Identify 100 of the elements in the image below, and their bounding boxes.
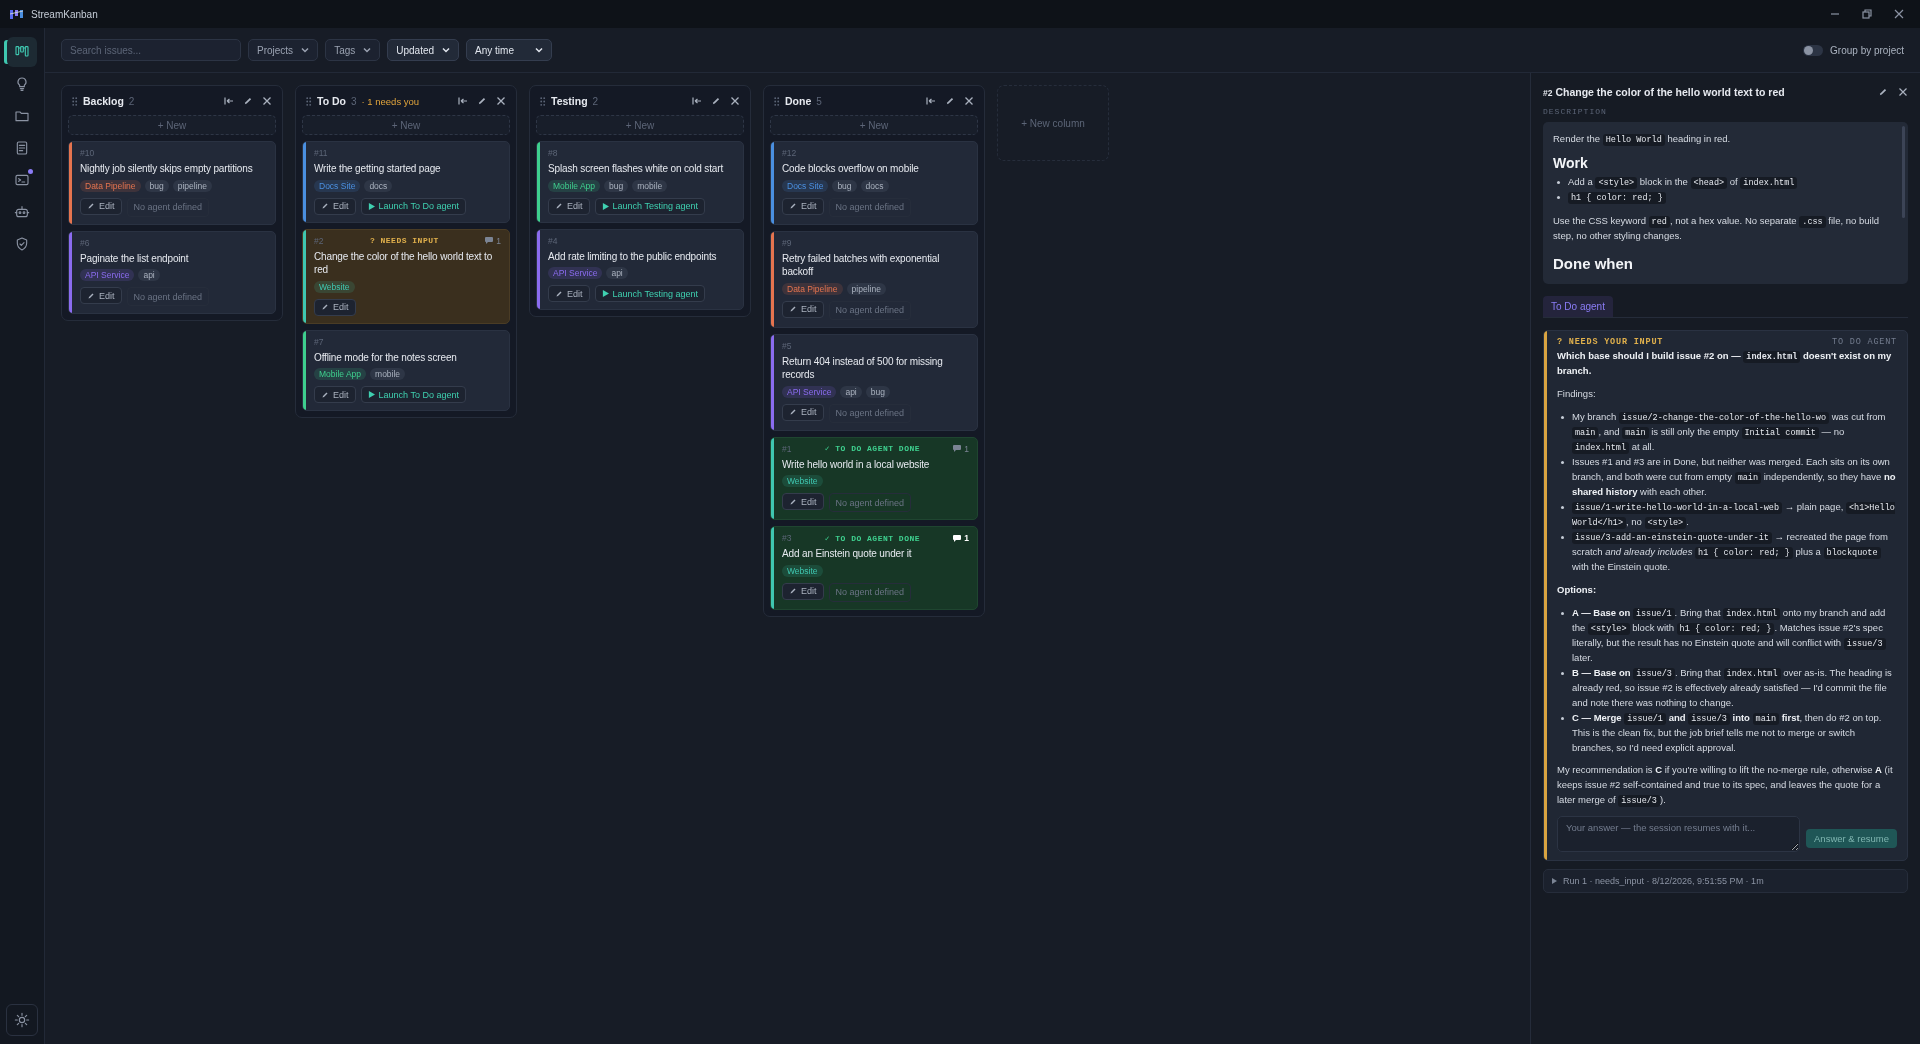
- label-tag: bug: [832, 179, 857, 192]
- filter-dropdown[interactable]: Tags: [325, 39, 381, 61]
- pencil-icon: [789, 202, 797, 210]
- drag-handle-icon[interactable]: [540, 96, 546, 106]
- no-agent-note: No agent defined: [126, 287, 210, 306]
- edit-button[interactable]: Edit: [314, 197, 356, 215]
- heading: Done when: [1553, 255, 1634, 273]
- project-tag: Website: [314, 280, 355, 293]
- collapse-icon[interactable]: [458, 96, 468, 106]
- chevron-down-icon: [535, 46, 544, 54]
- edit-button[interactable]: Edit: [782, 493, 824, 510]
- chevron-down-icon: [301, 46, 310, 54]
- column-count: 2: [128, 95, 135, 107]
- pencil-icon[interactable]: [711, 96, 721, 106]
- close-icon[interactable]: [964, 96, 974, 106]
- issue-card[interactable]: #10 Nightly job silently skips empty partitions Data Pipeline bug pipeline Edit No agent defined: [68, 141, 276, 225]
- issue-card[interactable]: #7 Offline mode for the notes screen Mobile App mobile Edit Launch To Do agent: [302, 329, 510, 411]
- sun-icon[interactable]: [6, 1004, 38, 1036]
- drag-handle-icon[interactable]: [306, 96, 312, 106]
- close-icon[interactable]: [262, 96, 272, 106]
- edit-button[interactable]: Edit: [782, 403, 824, 421]
- filter-dropdown[interactable]: Updated: [387, 39, 460, 61]
- filter-dropdown[interactable]: Projects: [248, 39, 319, 61]
- search-field[interactable]: Search issues...: [61, 39, 241, 61]
- chevron-down-icon: [363, 46, 372, 54]
- pencil-icon: [555, 289, 563, 298]
- launch-agent-button[interactable]: Launch To Do agent: [360, 386, 466, 403]
- issue-number: #12: [782, 148, 797, 158]
- collapse-icon[interactable]: [926, 96, 936, 106]
- toggle-switch[interactable]: [1803, 44, 1824, 56]
- close-icon[interactable]: [1898, 87, 1908, 97]
- column-count: 2: [592, 95, 599, 107]
- play-icon: [601, 202, 609, 210]
- label-tag: bug: [144, 179, 169, 192]
- project-tag: Docs Site: [782, 179, 829, 192]
- agent-tab[interactable]: To Do agent: [1543, 296, 1613, 317]
- launch-agent-button[interactable]: Launch Testing agent: [594, 285, 705, 302]
- comment-count: 1: [496, 235, 501, 246]
- edit-button[interactable]: Edit: [782, 197, 824, 215]
- answer-field[interactable]: Your answer — the session resumes with it...: [1557, 815, 1800, 852]
- edit-button[interactable]: Edit: [548, 285, 590, 302]
- card-title: Code blocks overflow on mobile: [782, 162, 920, 176]
- pencil-icon[interactable]: [477, 96, 487, 106]
- board-nav-icon[interactable]: [7, 37, 37, 67]
- attention-note: · 1 needs you: [361, 95, 420, 107]
- launch-agent-button[interactable]: Launch Testing agent: [594, 197, 705, 215]
- issue-number: #7: [314, 336, 324, 347]
- close-icon[interactable]: [730, 96, 740, 106]
- pencil-icon: [789, 497, 797, 506]
- column-title: Testing: [551, 95, 588, 107]
- issue-card[interactable]: #3 ✓ TO DO AGENT DONE 1 Add an Einstein quote under it Website Edit No agent defined: [770, 526, 978, 610]
- list-item: Issues #1 and #3 are in Done, but neither was merged. Each sits on its own branch, and both were cut from empty main independently, so they have no shared history with each other.: [1572, 455, 1897, 499]
- issue-number: #1: [782, 443, 792, 454]
- no-agent-note: No agent defined: [828, 300, 912, 320]
- issue-card[interactable]: #12 Code blocks overflow on mobile Docs Site bug docs Edit No agent defined: [770, 141, 978, 225]
- bullet-icon: [1561, 505, 1564, 509]
- chevron-down-icon: [442, 46, 451, 54]
- pencil-icon[interactable]: [945, 96, 955, 106]
- issue-card[interactable]: #11 Write the getting started page Docs Site docs Edit Launch To Do agent: [302, 141, 510, 223]
- edit-button[interactable]: Edit: [782, 582, 824, 600]
- collapse-icon[interactable]: [692, 96, 702, 106]
- heading: Work: [1553, 155, 1589, 172]
- status-label: ✓ TO DO AGENT DONE: [823, 533, 922, 543]
- pencil-icon: [321, 202, 329, 210]
- edit-button[interactable]: Edit: [80, 197, 122, 215]
- pencil-icon: [321, 303, 329, 311]
- filter-dropdown[interactable]: Any time: [466, 39, 553, 61]
- close-icon[interactable]: [1894, 9, 1904, 19]
- issue-card[interactable]: #2 ? NEEDS INPUT 1 Change the color of the hello world text to red Website Edit: [302, 228, 510, 324]
- bullet-icon: [1557, 196, 1560, 200]
- pencil-icon[interactable]: [243, 96, 253, 106]
- launch-agent-button[interactable]: Launch To Do agent: [360, 197, 466, 215]
- no-agent-note: No agent defined: [828, 403, 912, 423]
- drag-handle-icon[interactable]: [774, 96, 780, 106]
- edit-button[interactable]: Edit: [314, 298, 356, 316]
- pencil-icon[interactable]: [1878, 87, 1888, 97]
- play-icon: [601, 290, 609, 297]
- edit-button[interactable]: Edit: [782, 300, 824, 318]
- run-row[interactable]: Run 1 · needs_input · 8/12/2026, 9:51:55 PM · 1m: [1543, 868, 1908, 893]
- edit-button[interactable]: Edit: [314, 386, 356, 403]
- collapse-icon[interactable]: [224, 96, 234, 106]
- list-item: Add a <style> block in the <head> of index.html: [1568, 175, 1889, 191]
- card-title: Write the getting started page: [314, 162, 442, 176]
- issue-card[interactable]: #5 Return 404 instead of 500 for missing records API Service api bug Edit No agent defined: [770, 333, 978, 431]
- issue-card[interactable]: #1 ✓ TO DO AGENT DONE 1 Write hello world in a local website Website Edit No agent defined: [770, 436, 978, 520]
- card-title: Change the color of the hello world text to red: [314, 249, 494, 277]
- no-agent-note: No agent defined: [828, 582, 912, 602]
- list-item: C — Merge issue/1 and issue/3 into main first, then do #2 on top. This is the clean fix, but the job brief tells me not to merge or switch branches, so I'd need explicit approval.: [1572, 710, 1883, 755]
- pencil-icon: [789, 587, 797, 595]
- status-label: ✓ TO DO AGENT DONE: [823, 444, 922, 453]
- answer-button[interactable]: Answer & resume: [1806, 828, 1897, 848]
- edit-button[interactable]: Edit: [548, 197, 590, 215]
- edit-button[interactable]: Edit: [80, 287, 122, 304]
- card-title: Add an Einstein quote under it: [782, 547, 913, 561]
- column-title: Backlog: [83, 95, 124, 107]
- close-icon[interactable]: [496, 96, 506, 106]
- restore-icon[interactable]: [1862, 9, 1872, 19]
- comment-count: 1: [964, 443, 969, 454]
- paragraph: Render the Hello World heading in red.: [1553, 132, 1732, 148]
- drag-handle-icon[interactable]: [72, 96, 78, 106]
